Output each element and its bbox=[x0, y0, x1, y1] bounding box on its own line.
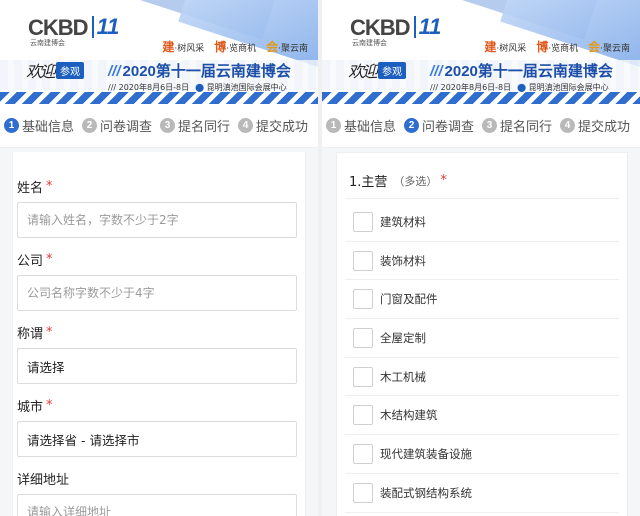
expo-title-block: ///2020第十一届云南建博会 /// 2020年8月6日-8日 ⬤ 昆明滇池… bbox=[430, 60, 613, 93]
checkbox[interactable] bbox=[353, 443, 373, 464]
step-survey: 2 问卷调查 bbox=[404, 116, 474, 135]
expo-title: ///2020第十一届云南建博会 bbox=[430, 63, 613, 80]
survey-screen: CKBD 11 云南建博会 建·树风采 博·览商机 会·聚云南 欢迎 参观 //… bbox=[322, 0, 640, 516]
checkbox[interactable] bbox=[353, 482, 373, 503]
expo-title-block: ///2020第十一届云南建博会 /// 2020年8月6日-8日 ⬤ 昆明滇池… bbox=[108, 60, 291, 93]
checkbox[interactable] bbox=[353, 211, 373, 232]
address-input[interactable] bbox=[27, 505, 296, 516]
company-label: 公司 bbox=[17, 253, 44, 269]
expo-banner: CKBD 11 云南建博会 建·树风采 博·览商机 会·聚云南 欢迎 参观 //… bbox=[0, 0, 318, 104]
expo-venue: 昆明滇池国际会展中心 bbox=[206, 83, 287, 92]
survey-form: 1.主营 （多选） * 建筑材料 装饰材料 门窗及配件 全屋定制 木工机械 木结… bbox=[322, 148, 640, 516]
welcome-text: 欢迎 参观 bbox=[348, 58, 407, 82]
step-nominate: 3 提名同行 bbox=[482, 116, 552, 135]
city-select[interactable]: 请选择省 - 请选择市 bbox=[17, 421, 297, 457]
question-card: 1.主营 （多选） * 建筑材料 装饰材料 门窗及配件 全屋定制 木工机械 木结… bbox=[336, 152, 628, 516]
basic-info-form: 姓名* 公司* 称谓* 请选择 城市* 请选择省 - 请选择市 详细地址 bbox=[0, 148, 318, 516]
ckbd-logo: CKBD 11 云南建博会 bbox=[28, 14, 120, 48]
option-item[interactable]: 木工机械 bbox=[345, 358, 619, 397]
checkbox[interactable] bbox=[353, 289, 373, 310]
option-item[interactable]: 装配式钢结构系统 bbox=[345, 474, 619, 513]
welcome-text: 欢迎 参观 bbox=[26, 58, 85, 82]
step-basic-info: 1 基础信息 bbox=[326, 116, 396, 135]
name-input[interactable] bbox=[27, 213, 296, 227]
title-label: 称谓 bbox=[17, 326, 44, 342]
expo-venue: 昆明滇池国际会展中心 bbox=[528, 83, 609, 92]
checkbox[interactable] bbox=[353, 366, 373, 387]
checkbox[interactable] bbox=[353, 405, 373, 426]
step-basic-info: 1 基础信息 bbox=[4, 116, 74, 135]
address-label: 详细地址 bbox=[17, 472, 70, 488]
ckbd-logo: CKBD 11 云南建博会 bbox=[350, 14, 442, 48]
stripe-divider bbox=[0, 92, 318, 104]
slogans: 建·树风采 博·览商机 会·聚云南 bbox=[162, 40, 308, 54]
expo-banner: CKBD 11 云南建博会 建·树风采 博·览商机 会·聚云南 欢迎 参观 //… bbox=[322, 0, 640, 104]
stripe-divider bbox=[322, 92, 640, 104]
slogans: 建·树风采 博·览商机 会·聚云南 bbox=[484, 40, 630, 54]
title-field-group: 称谓 * 请选择 bbox=[17, 322, 301, 384]
address-field-group: 详细地址 bbox=[17, 468, 301, 516]
checkbox[interactable] bbox=[353, 327, 373, 348]
step-survey: 2 问卷调查 bbox=[82, 116, 152, 135]
city-label: 城市 bbox=[17, 399, 44, 415]
step-progress: 1 基础信息 2 问卷调查 3 提名同行 4 提交成功 bbox=[322, 104, 640, 148]
option-item[interactable]: 全屋定制 bbox=[345, 319, 619, 358]
option-item[interactable]: 现代建筑装备设施 bbox=[345, 435, 619, 474]
city-field-group: 城市 * 请选择省 - 请选择市 bbox=[17, 395, 301, 457]
basic-info-screen: CKBD 11 云南建博会 建·树风采 博·览商机 会·聚云南 欢迎 参观 //… bbox=[0, 0, 318, 516]
checkbox[interactable] bbox=[353, 250, 373, 271]
location-pin-icon: ⬤ bbox=[517, 83, 527, 92]
step-submitted: 4 提交成功 bbox=[560, 116, 630, 135]
company-input[interactable] bbox=[27, 286, 296, 300]
step-progress: 1 基础信息 2 问卷调查 3 提名同行 4 提交成功 bbox=[0, 104, 318, 148]
location-pin-icon: ⬤ bbox=[195, 83, 205, 92]
question-title: 1.主营 （多选） * bbox=[345, 163, 619, 199]
step-nominate: 3 提名同行 bbox=[160, 116, 230, 135]
company-field-group: 公司 * bbox=[17, 249, 301, 311]
option-item[interactable]: 装饰材料 bbox=[345, 242, 619, 281]
name-field-group: 姓名 * bbox=[17, 176, 301, 238]
title-select[interactable]: 请选择 bbox=[17, 348, 297, 384]
option-item[interactable]: 建筑材料 bbox=[345, 203, 619, 242]
option-item[interactable]: 木结构建筑 bbox=[345, 396, 619, 436]
name-label: 姓名 bbox=[17, 180, 44, 196]
step-submitted: 4 提交成功 bbox=[238, 116, 308, 135]
option-item[interactable]: 门窗及配件 bbox=[345, 280, 619, 320]
expo-title: ///2020第十一届云南建博会 bbox=[108, 63, 291, 80]
